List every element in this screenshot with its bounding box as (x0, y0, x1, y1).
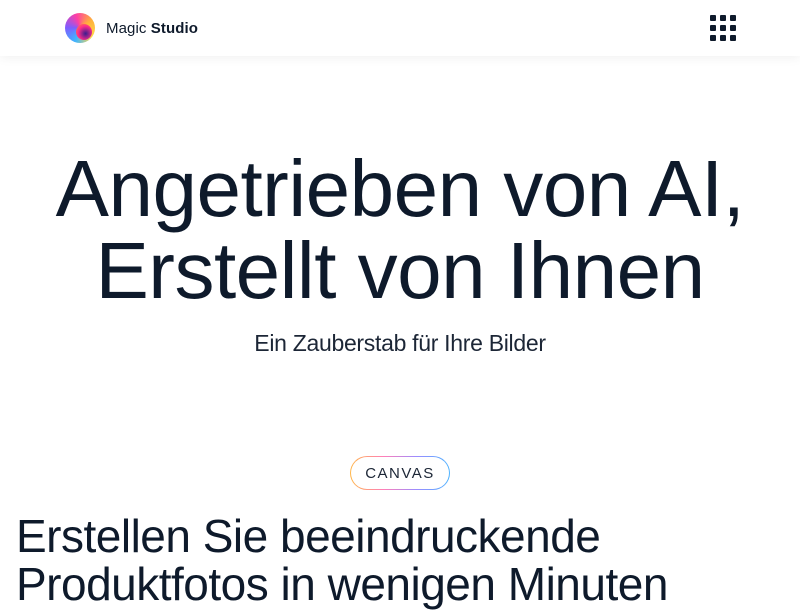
section-title: Erstellen Sie beeindruckende Produktfoto… (16, 512, 786, 608)
hero-title-line-2: Erstellt von Ihnen (95, 226, 705, 315)
grid-menu-icon[interactable] (710, 15, 738, 43)
canvas-badge: CANVAS (350, 456, 450, 490)
logo-text-magic: Magic (106, 19, 147, 37)
hero-subtitle: Ein Zauberstab für Ihre Bilder (254, 330, 546, 356)
logo-text-studio: Studio (150, 19, 199, 37)
section-title-line-1: Erstellen Sie beeindruckende (16, 510, 601, 562)
site-header: Magic Studio (0, 0, 800, 56)
hero-title-line-1: Angetrieben von AI, (55, 144, 745, 233)
canvas-badge-label: CANVAS (351, 457, 449, 489)
hero-title: Angetrieben von AI, Erstellt von Ihnen (0, 148, 800, 312)
logo-link[interactable]: Magic Studio (65, 13, 198, 43)
logo-text: Magic Studio (106, 20, 198, 37)
magic-studio-logo-icon (65, 13, 95, 43)
section-title-line-2: Produktfotos in wenigen Minuten (16, 558, 668, 610)
